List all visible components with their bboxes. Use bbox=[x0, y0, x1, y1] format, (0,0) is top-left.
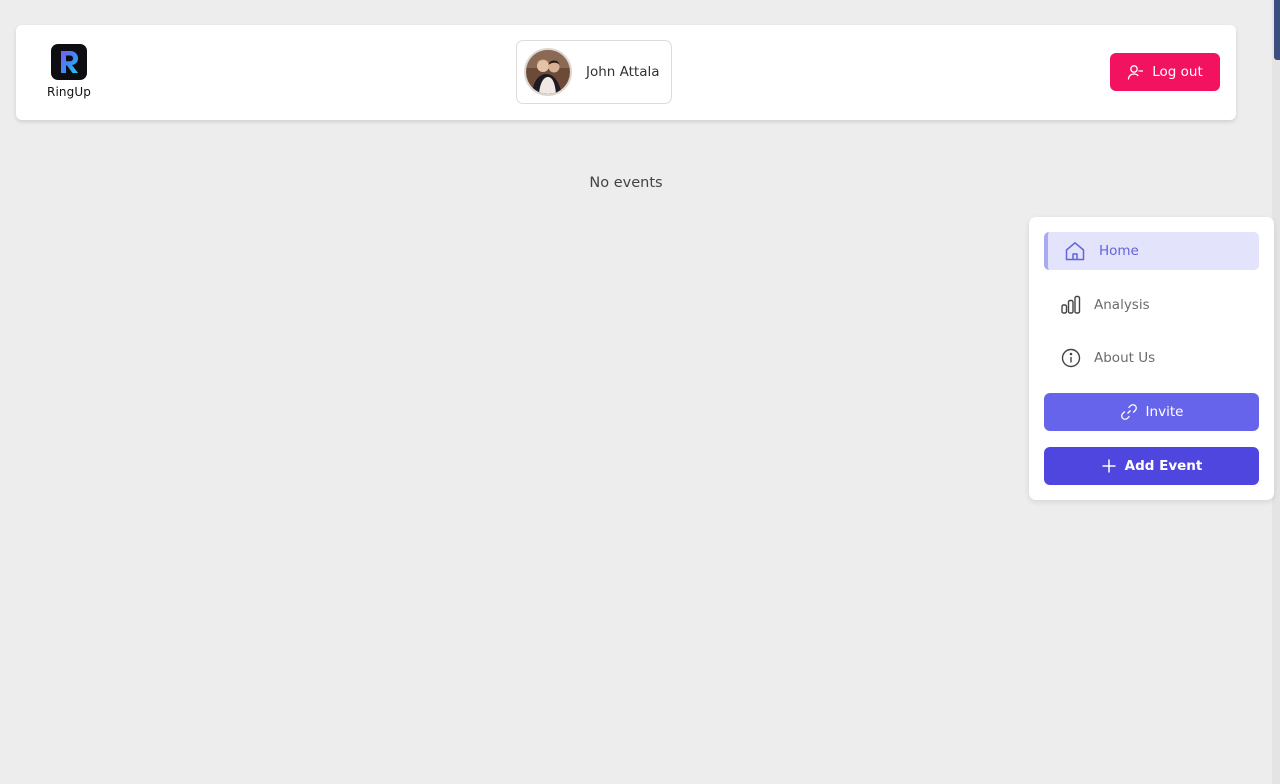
add-event-label: Add Event bbox=[1124, 458, 1203, 474]
avatar bbox=[524, 48, 572, 96]
empty-events-message: No events bbox=[589, 175, 663, 191]
logo-mark bbox=[51, 44, 87, 80]
sidebar-item-label: About Us bbox=[1094, 350, 1156, 366]
user-photo bbox=[526, 50, 570, 94]
scrollbar-thumb[interactable] bbox=[1274, 0, 1280, 60]
side-menu: Home Analysis About Us Invite Add Event bbox=[1029, 217, 1274, 500]
plus-icon bbox=[1102, 459, 1116, 473]
invite-label: Invite bbox=[1145, 404, 1184, 420]
sidebar-item-about-us[interactable]: About Us bbox=[1044, 339, 1259, 377]
app-logo[interactable]: RingUp bbox=[46, 44, 92, 104]
add-event-button[interactable]: Add Event bbox=[1044, 447, 1259, 485]
sidebar-item-label: Analysis bbox=[1094, 297, 1150, 313]
bar-chart-icon bbox=[1060, 294, 1082, 316]
sidebar-item-home[interactable]: Home bbox=[1044, 232, 1259, 270]
home-icon bbox=[1064, 240, 1086, 262]
user-minus-icon bbox=[1128, 64, 1144, 80]
page: RingUp John Attala Log out No events Hom… bbox=[0, 0, 1280, 784]
user-name: John Attala bbox=[586, 64, 660, 80]
user-profile-chip[interactable]: John Attala bbox=[516, 40, 672, 104]
link-icon bbox=[1120, 404, 1137, 420]
top-header: RingUp John Attala Log out bbox=[16, 25, 1236, 120]
info-icon bbox=[1060, 347, 1082, 369]
logout-button[interactable]: Log out bbox=[1110, 53, 1220, 91]
sidebar-item-analysis[interactable]: Analysis bbox=[1044, 286, 1259, 324]
logout-label: Log out bbox=[1152, 64, 1203, 80]
logo-text: RingUp bbox=[47, 85, 91, 99]
r-logo-icon bbox=[61, 51, 78, 73]
sidebar-item-label: Home bbox=[1099, 243, 1139, 259]
invite-button[interactable]: Invite bbox=[1044, 393, 1259, 431]
